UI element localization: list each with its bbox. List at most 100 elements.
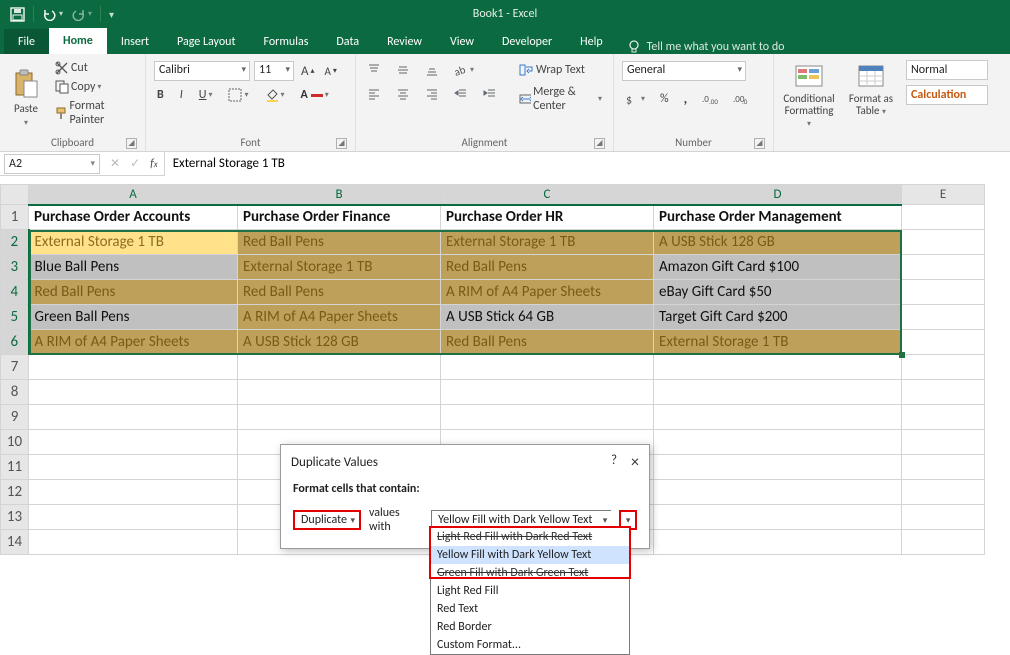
align-middle-button[interactable] <box>393 62 413 78</box>
increase-font-button[interactable]: A▴ <box>298 63 318 80</box>
undo-button[interactable]: ▾ <box>42 8 63 21</box>
cell[interactable]: Purchase Order Management <box>654 205 902 230</box>
formula-input[interactable] <box>164 152 1010 176</box>
cut-button[interactable]: Cut <box>52 60 137 76</box>
col-header-B[interactable]: B <box>238 185 441 205</box>
cell[interactable] <box>902 230 985 255</box>
cell[interactable] <box>902 505 985 530</box>
format-as-table-button[interactable]: Format asTable ▾ <box>844 58 898 117</box>
col-header-D[interactable]: D <box>654 185 902 205</box>
tab-insert[interactable]: Insert <box>107 29 163 54</box>
tab-help[interactable]: Help <box>566 29 617 54</box>
cell-style-calculation[interactable]: Calculation <box>906 85 988 105</box>
cell[interactable] <box>29 430 238 455</box>
cell[interactable] <box>238 405 441 430</box>
font-name-select[interactable]: Calibri <box>154 61 250 81</box>
cell[interactable]: Red Ball Pens <box>29 280 238 305</box>
dialog-close-button[interactable]: × <box>631 453 639 472</box>
format-option[interactable]: Light Red Fill with Dark Red Text <box>431 528 629 546</box>
format-option[interactable]: Yellow Fill with Dark Yellow Text <box>431 546 629 564</box>
cell[interactable] <box>902 205 985 230</box>
cell[interactable] <box>29 505 238 530</box>
cell[interactable] <box>654 505 902 530</box>
row-header-8[interactable]: 8 <box>1 380 29 405</box>
cancel-formula-button[interactable]: ✕ <box>110 156 120 171</box>
format-painter-button[interactable]: Format Painter <box>52 98 137 128</box>
align-left-button[interactable] <box>364 86 384 102</box>
tab-developer[interactable]: Developer <box>488 29 566 54</box>
copy-button[interactable]: Copy▾ <box>52 79 137 95</box>
cell[interactable]: A RIM of A4 Paper Sheets <box>441 280 654 305</box>
cell[interactable] <box>29 530 238 555</box>
fx-button[interactable]: fx <box>150 157 158 171</box>
duplicate-type-select[interactable]: Duplicate <box>293 510 361 530</box>
align-center-button[interactable] <box>393 86 413 102</box>
cell[interactable]: Red Ball Pens <box>238 230 441 255</box>
align-bottom-button[interactable] <box>422 62 442 78</box>
row-header-5[interactable]: 5 <box>1 305 29 330</box>
row-header-10[interactable]: 10 <box>1 430 29 455</box>
format-option[interactable]: Green Fill with Dark Green Text <box>431 564 629 582</box>
row-header-2[interactable]: 2 <box>1 230 29 255</box>
cell[interactable] <box>441 405 654 430</box>
cell[interactable] <box>902 280 985 305</box>
tab-review[interactable]: Review <box>373 29 436 54</box>
cell[interactable] <box>902 530 985 555</box>
redo-button[interactable]: ▾ <box>71 8 92 21</box>
increase-decimal-button[interactable]: .0.00 <box>699 91 721 106</box>
underline-button[interactable]: U▾ <box>196 87 216 103</box>
align-right-button[interactable] <box>422 86 442 102</box>
cell[interactable] <box>654 430 902 455</box>
cell[interactable] <box>29 455 238 480</box>
number-format-select[interactable]: General <box>622 61 746 81</box>
tab-view[interactable]: View <box>436 29 488 54</box>
cell[interactable]: Green Ball Pens <box>29 305 238 330</box>
row-header-13[interactable]: 13 <box>1 505 29 530</box>
cell[interactable] <box>654 405 902 430</box>
cell[interactable] <box>654 380 902 405</box>
decrease-font-button[interactable]: A▾ <box>322 64 340 79</box>
cell[interactable] <box>29 355 238 380</box>
cell[interactable] <box>902 305 985 330</box>
cell[interactable] <box>902 430 985 455</box>
cell[interactable]: External Storage 1 TB <box>29 230 238 255</box>
row-header-9[interactable]: 9 <box>1 405 29 430</box>
name-box[interactable]: A2 <box>4 154 100 174</box>
cell-style-normal[interactable]: Normal <box>906 60 988 80</box>
row-header-3[interactable]: 3 <box>1 255 29 280</box>
cell[interactable]: External Storage 1 TB <box>441 230 654 255</box>
font-color-button[interactable]: A▾ <box>298 87 332 103</box>
cell[interactable] <box>902 480 985 505</box>
orientation-button[interactable]: ab▾ <box>451 62 477 78</box>
cell[interactable] <box>654 355 902 380</box>
clipboard-dialog-launcher[interactable]: ◢ <box>126 138 137 149</box>
col-header-C[interactable]: C <box>441 185 654 205</box>
cell[interactable] <box>29 480 238 505</box>
format-options-list[interactable]: Light Red Fill with Dark Red TextYellow … <box>430 527 630 655</box>
cell[interactable]: Red Ball Pens <box>441 255 654 280</box>
tab-page-layout[interactable]: Page Layout <box>163 29 249 54</box>
merge-center-button[interactable]: Merge & Center▾ <box>516 84 605 114</box>
cell[interactable]: A USB Stick 128 GB <box>238 330 441 355</box>
cell[interactable] <box>654 480 902 505</box>
tab-home[interactable]: Home <box>49 28 107 54</box>
borders-button[interactable]: ▾ <box>225 87 251 103</box>
comma-button[interactable]: , <box>681 89 691 108</box>
decrease-decimal-button[interactable]: .00.0 <box>730 91 752 106</box>
cell[interactable]: Blue Ball Pens <box>29 255 238 280</box>
cell[interactable] <box>902 330 985 355</box>
cell[interactable] <box>238 380 441 405</box>
tab-formulas[interactable]: Formulas <box>249 29 322 54</box>
cell[interactable]: A USB Stick 64 GB <box>441 305 654 330</box>
row-header-4[interactable]: 4 <box>1 280 29 305</box>
cell[interactable]: Red Ball Pens <box>238 280 441 305</box>
row-header-7[interactable]: 7 <box>1 355 29 380</box>
enter-formula-button[interactable]: ✓ <box>130 156 140 171</box>
cell[interactable]: External Storage 1 TB <box>238 255 441 280</box>
cell[interactable]: External Storage 1 TB <box>654 330 902 355</box>
cell[interactable]: A USB Stick 128 GB <box>654 230 902 255</box>
cell[interactable] <box>29 380 238 405</box>
cell[interactable] <box>902 405 985 430</box>
row-header-6[interactable]: 6 <box>1 330 29 355</box>
paste-button[interactable]: Paste▾ <box>8 58 44 134</box>
